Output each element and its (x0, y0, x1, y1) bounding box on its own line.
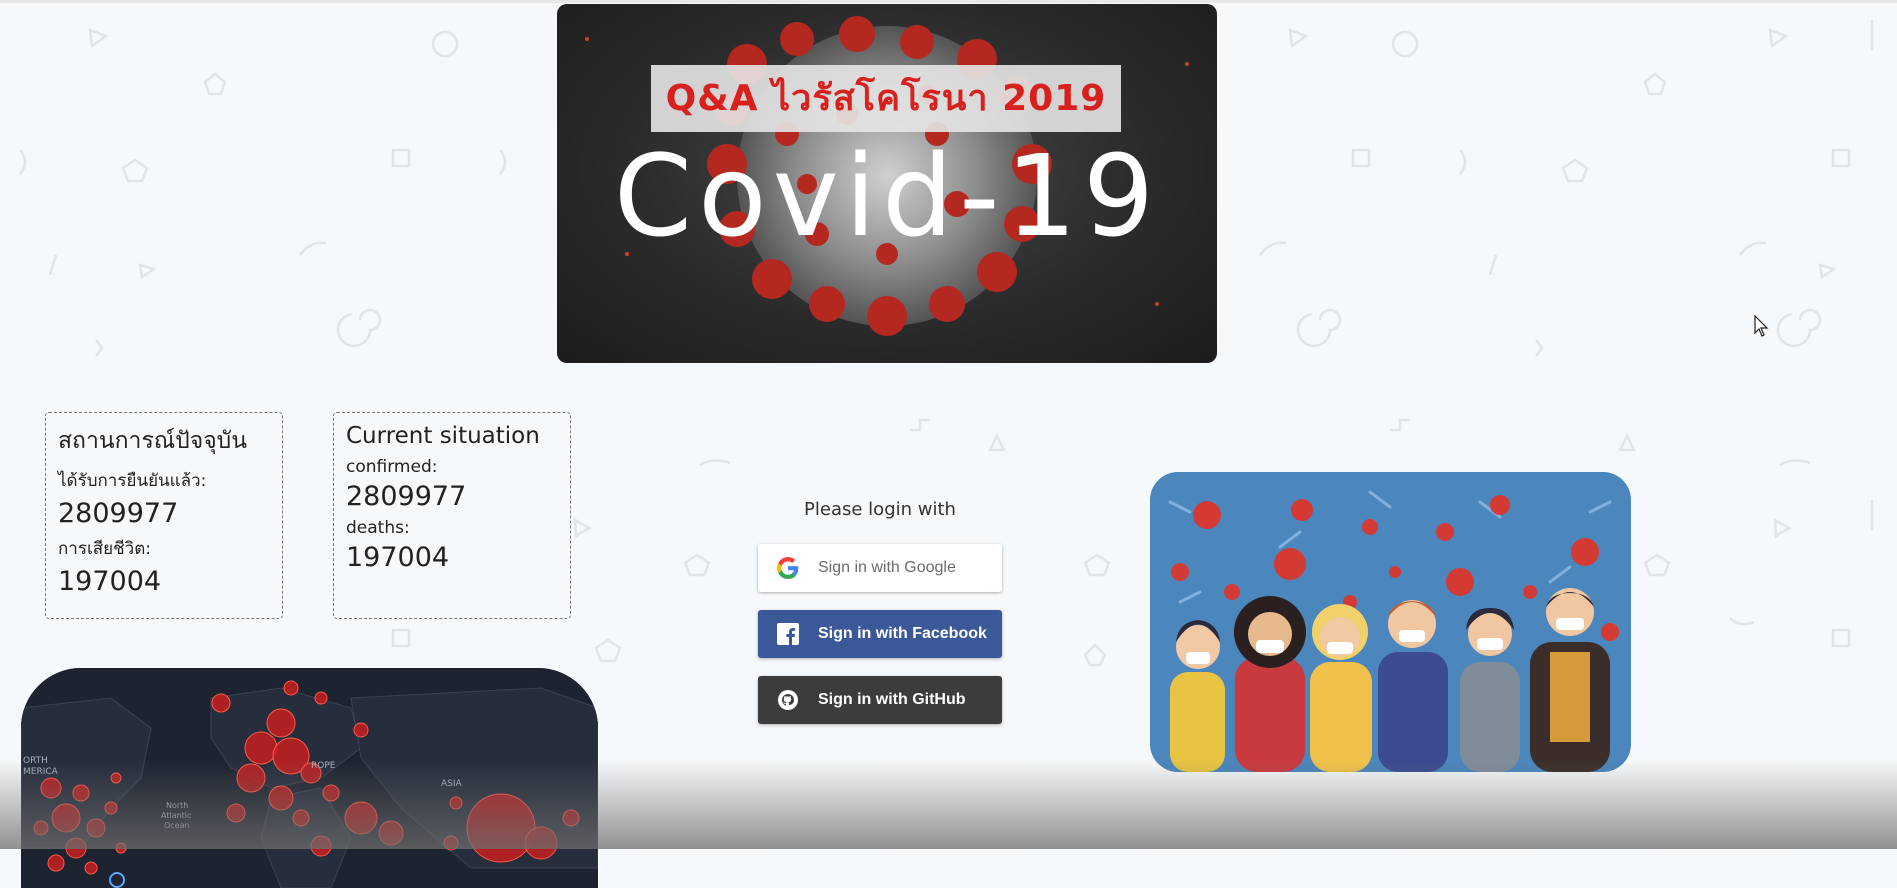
map-label-north-america-2: MERICA (23, 767, 59, 777)
people-masks-illustration (1150, 472, 1631, 772)
google-icon (776, 556, 800, 580)
sign-in-google-button[interactable]: Sign in with Google (758, 544, 1002, 592)
deaths-label: การเสียชีวิต: (58, 539, 151, 559)
covid-world-map: ORTH MERICA ROPE North Atlantic Ocean AS… (21, 668, 598, 888)
facebook-icon (776, 622, 800, 646)
deaths-value: 197004 (346, 542, 450, 573)
google-label: Sign in with Google (818, 559, 956, 576)
confirmed-value: 2809977 (346, 481, 467, 512)
stats-card-thai: สถานการณ์ปัจจุบัน ได้รับการยืนยันแล้ว: 2… (45, 412, 283, 619)
stats-title: Current situation (346, 423, 540, 449)
map-label-ocean: North (166, 801, 188, 810)
github-icon (776, 688, 800, 712)
map-label-north-america: ORTH (23, 756, 48, 766)
stats-card-english: Current situation confirmed: 2809977 dea… (333, 412, 571, 619)
map-label-ocean-2: Atlantic (161, 811, 191, 820)
deaths-value: 197004 (58, 566, 162, 597)
banner-title: Covid-19 (613, 132, 1161, 262)
login-prompt: Please login with (804, 499, 956, 520)
facebook-label: Sign in with Facebook (818, 625, 987, 642)
confirmed-label: ได้รับการยืนยันแล้ว: (58, 471, 207, 491)
mouse-cursor-icon (1754, 315, 1769, 337)
confirmed-value: 2809977 (58, 498, 179, 529)
github-label: Sign in with GitHub (818, 691, 966, 708)
sign-in-github-button[interactable]: Sign in with GitHub (758, 676, 1002, 724)
sign-in-facebook-button[interactable]: Sign in with Facebook (758, 610, 1002, 658)
map-label-asia: ASIA (441, 779, 463, 789)
stats-title: สถานการณ์ปัจจุบัน (58, 428, 248, 454)
map-label-europe: ROPE (311, 761, 336, 771)
confirmed-label: confirmed: (346, 457, 438, 477)
covid-banner-image: Q&A ไวรัสโคโรนา 2019 Covid-19 (557, 4, 1217, 363)
map-label-ocean-3: Ocean (164, 821, 190, 830)
deaths-label: deaths: (346, 518, 410, 538)
